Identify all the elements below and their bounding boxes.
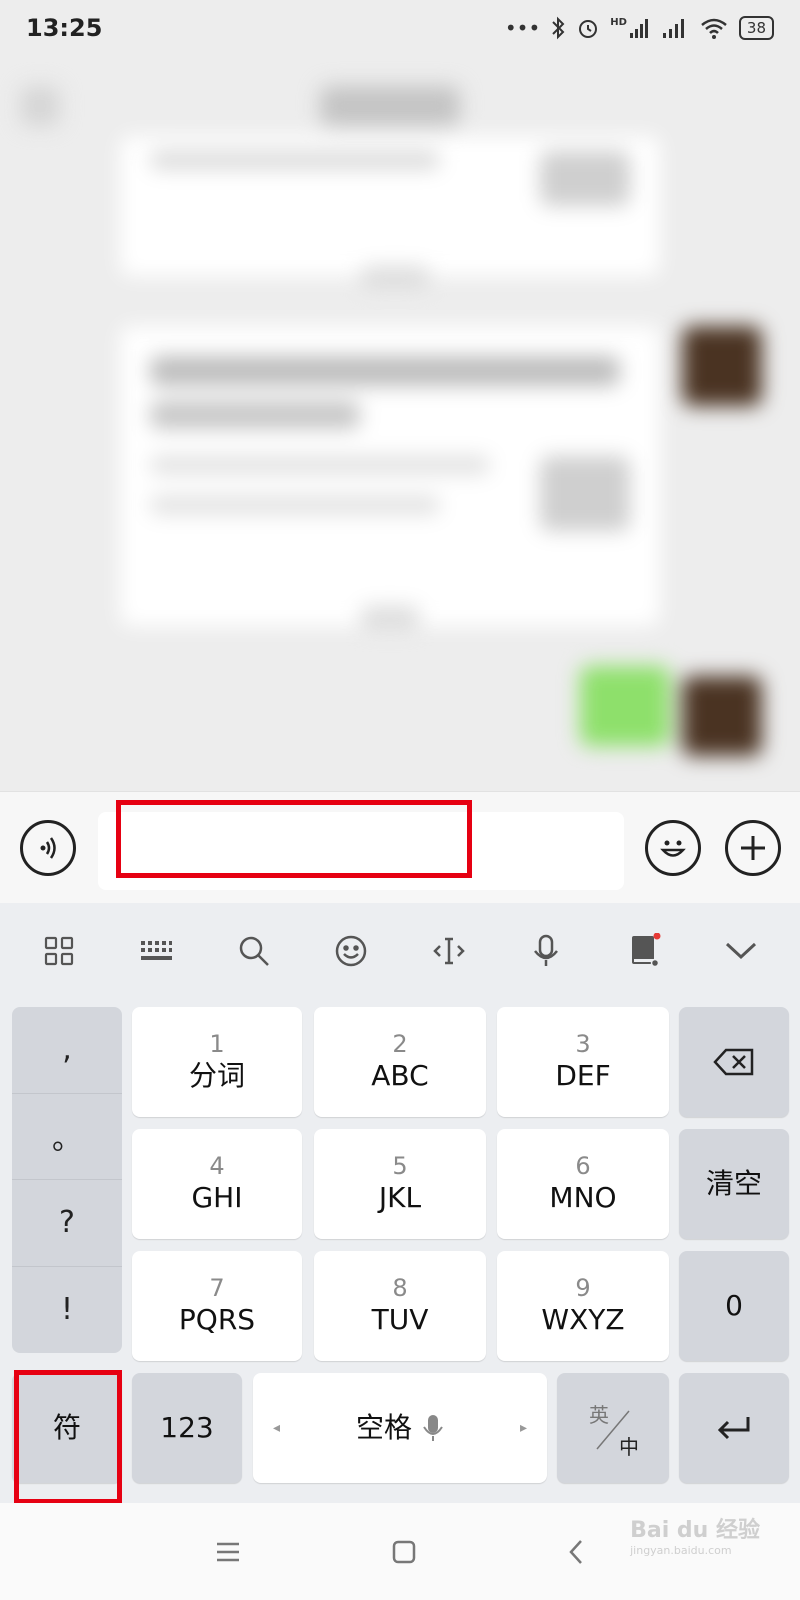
caret-right-icon: ▸ [519, 1420, 527, 1436]
add-icon [741, 836, 765, 860]
key-number: 4 [209, 1152, 225, 1180]
menu-icon[interactable] [215, 1541, 241, 1563]
blurred-content [0, 56, 800, 791]
key-3[interactable]: 3 DEF [497, 1007, 669, 1117]
enter-key[interactable] [679, 1373, 789, 1483]
back-icon[interactable] [567, 1538, 585, 1566]
key-number: 3 [575, 1030, 591, 1058]
watermark-url: jingyan.baidu.com [630, 1544, 732, 1557]
clear-key[interactable]: 清空 [679, 1129, 789, 1239]
punct-comma-key[interactable]: , [12, 1007, 122, 1094]
collapse-keyboard-button[interactable] [713, 923, 769, 979]
alarm-icon [579, 20, 598, 38]
collapse-icon [726, 942, 757, 960]
numbers-label: 123 [160, 1411, 214, 1444]
keyboard-switch-button[interactable] [128, 923, 184, 979]
add-button[interactable] [725, 820, 781, 876]
enter-icon [717, 1417, 750, 1440]
key-number: 7 [209, 1274, 225, 1302]
zero-label: 0 [725, 1289, 743, 1322]
status-bar: 13:25 ••• HD 38 [0, 0, 800, 56]
space-label: 空格 [355, 1411, 412, 1444]
key-number: 2 [392, 1030, 408, 1058]
keyboard-toolbar [0, 903, 800, 999]
cursor-icon [432, 937, 465, 965]
key-number: 8 [392, 1274, 408, 1302]
punctuation-column: , 。 ? ! [12, 1007, 122, 1353]
key-6[interactable]: 6 MNO [497, 1129, 669, 1239]
bluetooth-icon [552, 16, 565, 40]
message-input-highlight [116, 800, 472, 878]
key-number: 1 [209, 1030, 225, 1058]
punct-period-key[interactable]: 。 [12, 1094, 122, 1180]
emoji-face-icon [336, 935, 367, 967]
key-letters: PQRS [178, 1303, 256, 1336]
ime-keyboard: , 。 ? ! 1 分词 2 ABC 3 DEF 4 GHI 5 JKL 6 M… [0, 903, 800, 1504]
dictionary-icon [631, 933, 661, 968]
key-letters: 分词 [188, 1059, 245, 1092]
backspace-icon [713, 1048, 754, 1076]
status-icons: ••• HD 38 [505, 16, 774, 40]
key-5[interactable]: 5 JKL [314, 1129, 486, 1239]
search-icon [239, 936, 269, 966]
hd-signal-icon: HD [610, 17, 651, 39]
key-number: 5 [392, 1152, 408, 1180]
key-number: 9 [575, 1274, 591, 1302]
wifi-icon [701, 18, 727, 39]
key-4[interactable]: 4 GHI [132, 1129, 302, 1239]
cursor-move-button[interactable] [421, 923, 477, 979]
baidu-watermark: Bai du 经验 jingyan.baidu.com [630, 1512, 760, 1557]
key-letters: TUV [371, 1303, 429, 1336]
caret-left-icon: ◂ [273, 1420, 281, 1436]
key-letters: JKL [378, 1181, 422, 1214]
chat-input-bar [0, 791, 800, 903]
key-letters: ABC [371, 1059, 429, 1092]
grid-menu-button[interactable] [31, 923, 87, 979]
key-8[interactable]: 8 TUV [314, 1251, 486, 1361]
key-letters: MNO [549, 1181, 617, 1214]
dictionary-button[interactable] [616, 923, 672, 979]
watermark-brand: Bai du 经验 [630, 1518, 760, 1543]
clear-label: 清空 [705, 1167, 762, 1200]
key-letters: DEF [555, 1059, 611, 1092]
key-2[interactable]: 2 ABC [314, 1007, 486, 1117]
status-time: 13:25 [26, 14, 103, 42]
emoji-panel-button[interactable] [323, 923, 379, 979]
voice-typing-button[interactable] [518, 923, 574, 979]
grid-menu-icon [44, 936, 73, 966]
emoji-button[interactable] [645, 820, 701, 876]
home-icon[interactable] [391, 1539, 417, 1565]
voice-input-button[interactable] [20, 820, 76, 876]
battery-indicator: 38 [738, 16, 774, 40]
search-button[interactable] [226, 923, 282, 979]
key-letters: WXYZ [541, 1303, 625, 1336]
key-1[interactable]: 1 分词 [132, 1007, 302, 1117]
chat-area-blurred [0, 56, 800, 791]
symbol-key-highlight [14, 1370, 122, 1504]
lang-bottom-label: 中 [619, 1435, 639, 1459]
key-7[interactable]: 7 PQRS [132, 1251, 302, 1361]
microphone-icon [534, 934, 559, 966]
space-key[interactable]: ◂ 空格 ▸ [253, 1373, 547, 1483]
space-mic-icon [423, 1415, 443, 1441]
voice-input-icon [40, 837, 56, 859]
more-dots-icon: ••• [504, 16, 541, 40]
punct-exclamation-key[interactable]: ! [12, 1267, 122, 1354]
key-letters: GHI [191, 1181, 243, 1214]
keyboard-icon [141, 941, 173, 960]
key-number: 6 [575, 1152, 591, 1180]
language-switch-key[interactable]: 英 中 [557, 1373, 669, 1483]
numbers-key[interactable]: 123 [132, 1373, 242, 1483]
key-9[interactable]: 9 WXYZ [497, 1251, 669, 1361]
backspace-key[interactable] [679, 1007, 789, 1117]
signal-icon [662, 19, 684, 38]
punct-question-key[interactable]: ? [12, 1180, 122, 1267]
emoji-icon [660, 840, 686, 857]
zero-key[interactable]: 0 [679, 1251, 789, 1361]
